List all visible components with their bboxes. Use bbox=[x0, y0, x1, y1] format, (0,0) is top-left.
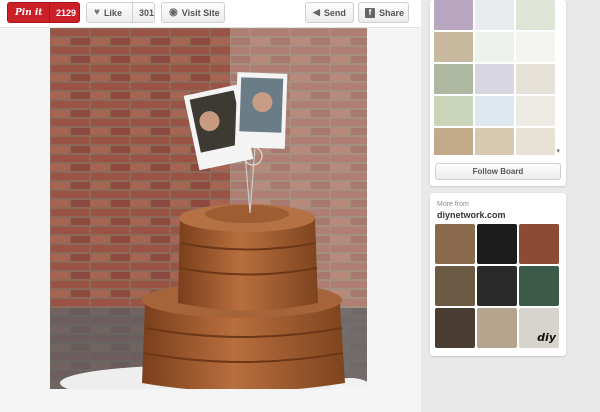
share-label: Share bbox=[379, 7, 405, 18]
pin-it-label: Pin it bbox=[15, 7, 43, 18]
board-thumbnail[interactable] bbox=[516, 32, 555, 62]
board-thumbnail[interactable] bbox=[434, 96, 473, 126]
more-from-card: More from diynetwork.com diy bbox=[430, 193, 566, 356]
source-thumbnail[interactable] bbox=[519, 266, 559, 306]
board-thumbnail-grid bbox=[434, 0, 555, 155]
board-thumbnail[interactable] bbox=[516, 0, 555, 30]
like-label: Like bbox=[103, 7, 122, 18]
send-icon: ◀ bbox=[313, 7, 320, 17]
source-thumbnail[interactable] bbox=[435, 308, 475, 348]
more-from-thumbnail-grid: diy bbox=[435, 224, 559, 348]
board-thumbnail[interactable] bbox=[475, 0, 514, 30]
source-thumbnail[interactable]: diy bbox=[519, 308, 559, 348]
board-thumbnail[interactable] bbox=[475, 64, 514, 94]
board-thumbnail[interactable] bbox=[434, 32, 473, 62]
source-thumbnail[interactable] bbox=[435, 224, 475, 264]
source-thumbnail[interactable] bbox=[477, 224, 517, 264]
send-button[interactable]: ◀ Send bbox=[305, 2, 354, 23]
board-thumbnail[interactable] bbox=[434, 64, 473, 94]
board-thumbnail[interactable] bbox=[516, 64, 555, 94]
more-from-label: More from bbox=[437, 201, 469, 208]
board-thumbnail[interactable] bbox=[475, 96, 514, 126]
source-thumbnail[interactable] bbox=[477, 308, 517, 348]
board-thumbnail[interactable] bbox=[475, 128, 514, 155]
pin-toolbar: Pin it 2129 ♥ Like 301 ◉ Visit Site ◀ Se… bbox=[0, 0, 421, 28]
source-thumbnail[interactable] bbox=[477, 266, 517, 306]
pin-it-button[interactable]: Pin it 2129 bbox=[7, 2, 80, 23]
board-thumbnail[interactable] bbox=[434, 0, 473, 30]
diy-logo: diy bbox=[537, 331, 556, 344]
heart-icon: ♥ bbox=[94, 7, 100, 18]
board-thumbnail[interactable] bbox=[516, 96, 555, 126]
source-domain[interactable]: diynetwork.com bbox=[437, 210, 506, 220]
facebook-icon: f bbox=[365, 7, 375, 18]
source-thumbnail[interactable] bbox=[519, 224, 559, 264]
source-thumbnail[interactable] bbox=[435, 266, 475, 306]
chevron-down-icon[interactable]: ▾ bbox=[556, 147, 560, 155]
board-card: ▾ Follow Board bbox=[430, 0, 566, 186]
cake-photo bbox=[50, 28, 367, 389]
pin-image[interactable] bbox=[50, 28, 367, 389]
share-button[interactable]: f Share bbox=[358, 2, 409, 23]
board-thumbnail[interactable] bbox=[434, 128, 473, 155]
visit-site-button[interactable]: ◉ Visit Site bbox=[161, 2, 225, 23]
globe-icon: ◉ bbox=[169, 7, 178, 18]
board-thumbnail[interactable] bbox=[516, 128, 555, 155]
like-button[interactable]: ♥ Like 301 bbox=[86, 2, 155, 23]
send-label: Send bbox=[323, 7, 346, 18]
pin-main-panel: Pin it 2129 ♥ Like 301 ◉ Visit Site ◀ Se… bbox=[0, 0, 421, 412]
like-count: 301 bbox=[131, 3, 154, 22]
follow-board-button[interactable]: Follow Board bbox=[435, 163, 561, 180]
visit-site-label: Visit Site bbox=[181, 7, 220, 18]
board-thumbnail[interactable] bbox=[475, 32, 514, 62]
pin-count: 2129 bbox=[49, 3, 76, 22]
